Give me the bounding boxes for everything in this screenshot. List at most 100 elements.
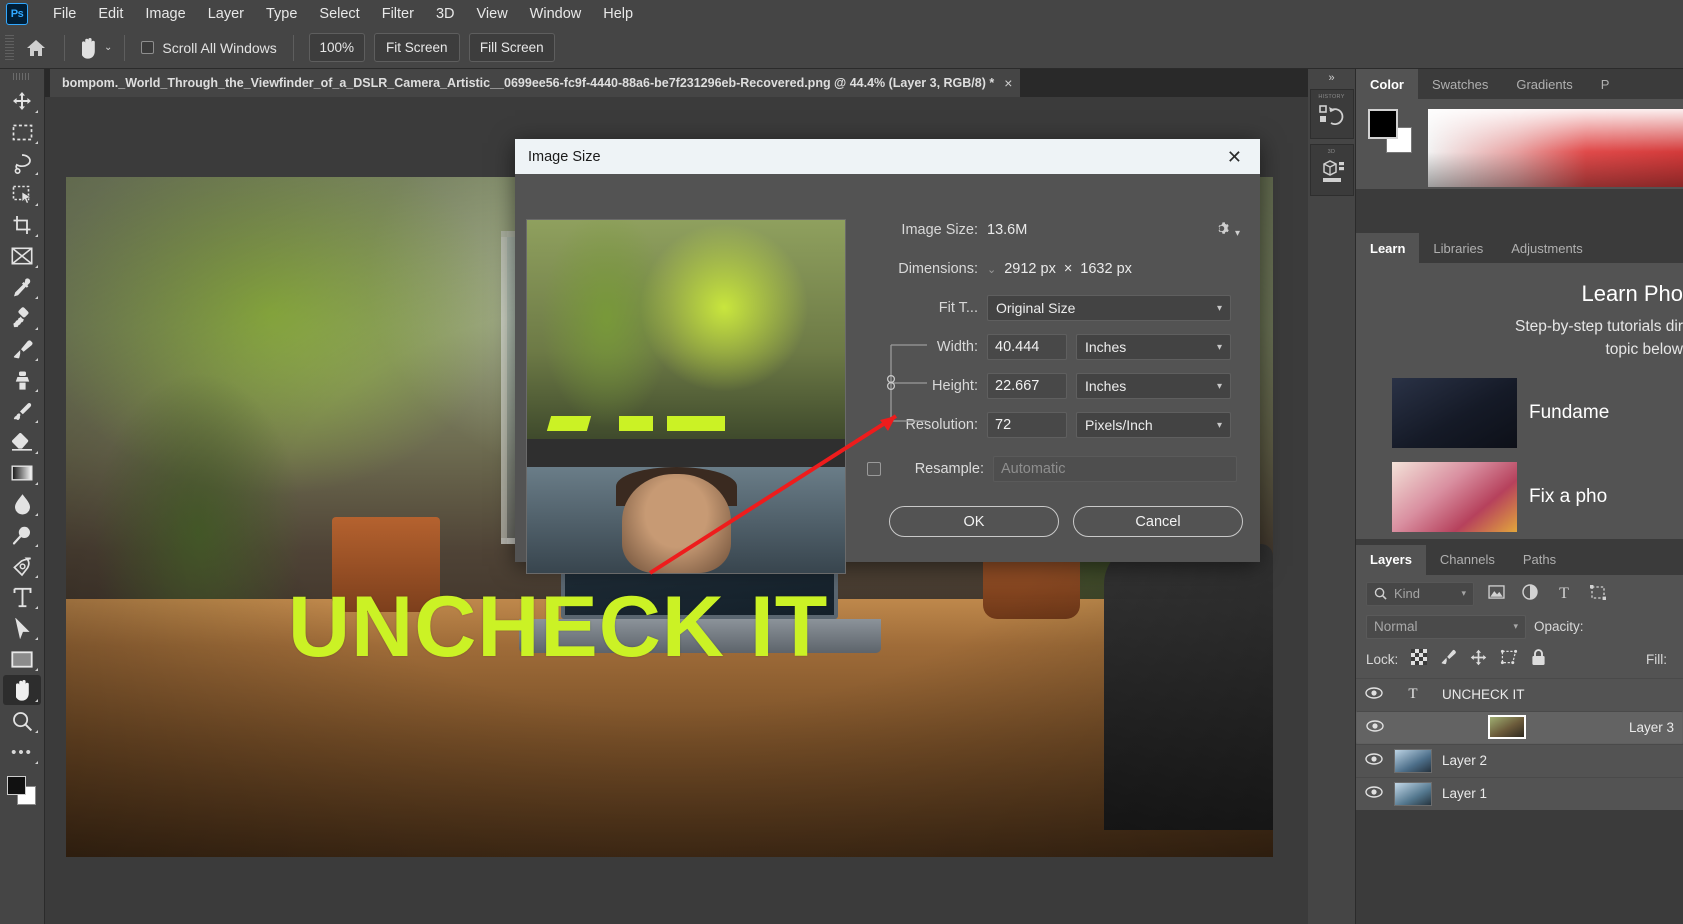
image-preview[interactable] (526, 219, 846, 574)
layer-row[interactable]: T UNCHECK IT (1356, 677, 1683, 711)
resample-checkbox[interactable] (867, 462, 881, 476)
tab-learn[interactable]: Learn (1356, 233, 1420, 263)
lock-artboard-icon[interactable] (1500, 649, 1518, 670)
collapse-panels-icon[interactable]: » (1308, 69, 1355, 84)
learn-card[interactable]: Fundame (1356, 371, 1683, 455)
blur-tool[interactable] (3, 489, 41, 519)
layer-row[interactable]: Layer 2 (1356, 743, 1683, 777)
object-selection-tool[interactable] (3, 179, 41, 209)
document-tab[interactable]: bompom._World_Through_the_Viewfinder_of_… (50, 69, 1021, 97)
cancel-button[interactable]: Cancel (1073, 506, 1243, 537)
close-icon[interactable]: ✕ (1221, 146, 1248, 168)
gradient-tool[interactable] (3, 458, 41, 488)
zoom-tool[interactable] (3, 706, 41, 736)
spot-healing-brush-tool[interactable] (3, 303, 41, 333)
tools-panel-grip[interactable] (13, 73, 31, 80)
color-panel-swatches[interactable] (1368, 109, 1420, 153)
menu-item-edit[interactable]: Edit (87, 2, 134, 26)
tab-swatches[interactable]: Swatches (1417, 69, 1503, 99)
right-panel-dock: » HISTORY 3D ColorSwatchesGradientsP (1308, 69, 1683, 924)
dimensions-chevron-down-icon[interactable]: ⌄ (987, 263, 996, 276)
tab-layers[interactable]: Layers (1356, 544, 1426, 575)
zoom-100-button[interactable]: 100% (308, 33, 365, 62)
learn-card[interactable]: Fix a pho (1356, 455, 1683, 539)
width-input[interactable]: 40.444 (987, 334, 1067, 360)
foreground-color-swatch[interactable] (7, 776, 26, 795)
menu-item-help[interactable]: Help (592, 2, 644, 26)
options-bar-grip[interactable] (5, 34, 14, 61)
layer-visibility-eye-icon[interactable] (1364, 785, 1384, 803)
fill-screen-button[interactable]: Fill Screen (468, 33, 555, 62)
close-icon[interactable]: × (1004, 75, 1012, 91)
tab-paths[interactable]: Paths (1508, 544, 1571, 575)
menu-item-view[interactable]: View (466, 2, 519, 26)
learn-card-label: Fix a pho (1529, 485, 1608, 507)
clone-stamp-tool[interactable] (3, 365, 41, 395)
lock-position-icon[interactable] (1470, 649, 1487, 671)
height-input[interactable]: 22.667 (987, 373, 1067, 399)
eyedropper-tool[interactable] (3, 272, 41, 302)
move-tool[interactable] (3, 86, 41, 116)
menu-item-window[interactable]: Window (519, 2, 593, 26)
dodge-tool[interactable] (3, 520, 41, 550)
tab-libraries[interactable]: Libraries (1419, 233, 1498, 263)
tab-gradients[interactable]: Gradients (1502, 69, 1587, 99)
blend-mode-select[interactable]: Normal ▾ (1366, 614, 1526, 639)
menu-item-select[interactable]: Select (308, 2, 370, 26)
lock-transparency-icon[interactable] (1411, 649, 1428, 670)
frame-tool[interactable] (3, 241, 41, 271)
path-selection-tool[interactable] (3, 613, 41, 643)
height-unit-select[interactable]: Inches ▾ (1076, 373, 1231, 399)
color-spectrum-ramp[interactable] (1428, 109, 1683, 187)
width-unit-select[interactable]: Inches ▾ (1076, 334, 1231, 360)
lock-image-icon[interactable] (1440, 649, 1457, 671)
layer-visibility-eye-icon[interactable] (1365, 719, 1385, 735)
home-icon[interactable] (14, 39, 58, 57)
fit-to-select[interactable]: Original Size ▾ (987, 295, 1231, 321)
history-brush-tool[interactable] (3, 396, 41, 426)
layer-visibility-eye-icon[interactable] (1364, 686, 1384, 704)
tab-p[interactable]: P (1586, 69, 1624, 99)
menu-item-3d[interactable]: 3D (425, 2, 466, 26)
lock-all-icon[interactable] (1531, 649, 1546, 671)
menu-item-file[interactable]: File (42, 2, 87, 26)
menu-item-filter[interactable]: Filter (371, 2, 425, 26)
rectangular-marquee-tool[interactable] (3, 117, 41, 147)
color-swatches[interactable] (6, 776, 38, 806)
eraser-tool[interactable] (3, 427, 41, 457)
menu-item-layer[interactable]: Layer (197, 2, 255, 26)
resolution-input[interactable]: 72 (987, 412, 1067, 438)
pen-tool[interactable] (3, 551, 41, 581)
horizontal-type-tool[interactable] (3, 582, 41, 612)
shape-filter-icon[interactable] (1586, 584, 1610, 603)
checkbox-box[interactable] (141, 41, 155, 54)
tab-color[interactable]: Color (1356, 69, 1418, 99)
menu-item-type[interactable]: Type (255, 2, 308, 26)
lasso-tool[interactable] (3, 148, 41, 178)
rectangle-tool[interactable] (3, 644, 41, 674)
3d-mini-panel[interactable]: 3D (1309, 144, 1354, 196)
gear-icon[interactable]: ▾ (1216, 221, 1252, 240)
brush-tool[interactable] (3, 334, 41, 364)
hand-tool[interactable] (3, 675, 41, 705)
resolution-unit-select[interactable]: Pixels/Inch ▾ (1076, 412, 1231, 438)
current-tool-hand-icon[interactable]: ⌄ (71, 36, 118, 60)
edit-toolbar-button[interactable]: ••• (3, 737, 41, 767)
history-mini-panel[interactable]: HISTORY (1309, 89, 1354, 139)
image-filter-icon[interactable] (1484, 585, 1508, 602)
layer-visibility-eye-icon[interactable] (1364, 752, 1384, 770)
type-filter-icon[interactable]: T (1552, 585, 1576, 603)
fit-screen-button[interactable]: Fit Screen (373, 33, 460, 62)
layer-row[interactable]: Layer 3 (1356, 710, 1683, 744)
ok-button[interactable]: OK (889, 506, 1059, 537)
tab-channels[interactable]: Channels (1425, 544, 1509, 575)
tool-preset-chevron-down-icon[interactable]: ⌄ (104, 42, 112, 53)
layer-row[interactable]: Layer 1 (1356, 776, 1683, 810)
crop-tool[interactable] (3, 210, 41, 240)
menu-item-image[interactable]: Image (134, 2, 196, 26)
scroll-all-windows-checkbox[interactable]: Scroll All Windows (131, 40, 286, 56)
tab-adjustments[interactable]: Adjustments (1497, 233, 1597, 263)
color-panel-foreground-swatch[interactable] (1368, 109, 1398, 139)
adjustment-filter-icon[interactable] (1518, 584, 1542, 603)
layer-kind-filter[interactable]: Kind ▾ (1366, 581, 1474, 606)
